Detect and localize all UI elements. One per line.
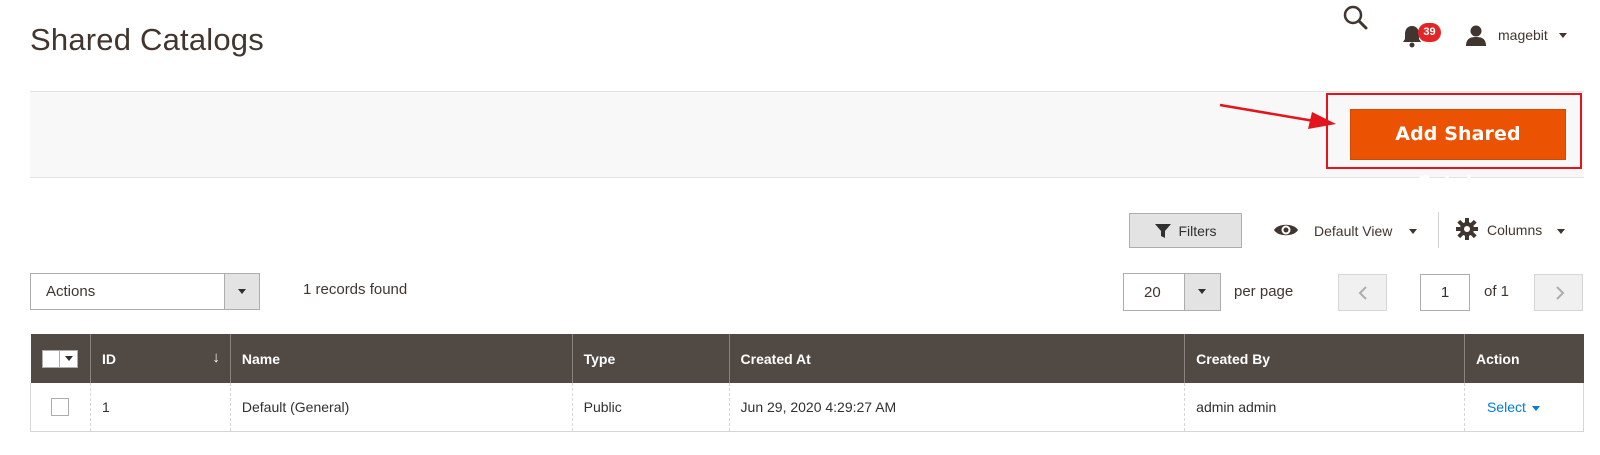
chevron-left-icon	[1358, 286, 1367, 300]
chevron-right-icon	[1556, 286, 1565, 300]
mass-actions-label: Actions	[46, 283, 96, 300]
mass-select-header[interactable]	[30, 334, 91, 383]
cell-name: Default (General)	[229, 383, 573, 432]
columns-dropdown[interactable]: Columns	[1487, 222, 1542, 238]
per-page-label: per page	[1234, 283, 1294, 300]
mass-actions-toggle[interactable]	[224, 274, 259, 309]
annotation-arrow	[1219, 103, 1336, 129]
column-header-type[interactable]: Type	[571, 334, 730, 383]
search-icon[interactable]	[1342, 4, 1368, 30]
next-page-button[interactable]	[1534, 274, 1583, 311]
add-shared-catalog-button[interactable]: Add Shared Catalog	[1350, 109, 1566, 194]
row-checkbox[interactable]	[51, 397, 70, 416]
user-name[interactable]: magebit	[1498, 27, 1548, 43]
mass-actions-select[interactable]: Actions	[30, 273, 260, 310]
per-page-toggle[interactable]	[1184, 274, 1220, 310]
filter-icon	[1155, 223, 1172, 238]
page-title: Shared Catalogs	[30, 22, 264, 57]
table-row[interactable]: 1 Default (General) Public Jun 29, 2020 …	[30, 383, 1585, 432]
cell-action[interactable]: Select	[1463, 383, 1585, 432]
column-header-action: Action	[1463, 334, 1584, 383]
chevron-down-icon[interactable]	[1557, 229, 1565, 234]
cell-created-at: Jun 29, 2020 4:29:27 AM	[728, 383, 1185, 432]
per-page-select[interactable]: 20	[1123, 273, 1221, 311]
chevron-down-icon[interactable]	[1531, 405, 1540, 411]
page-total-label: of 1	[1484, 283, 1510, 300]
chevron-down-icon[interactable]	[1559, 33, 1567, 38]
chevron-down-icon	[1198, 289, 1206, 294]
per-page-value: 20	[1144, 284, 1161, 301]
current-page-input[interactable]: 1	[1420, 274, 1470, 311]
sort-arrow-icon: ↓	[212, 349, 220, 366]
default-view-dropdown[interactable]: Default View	[1314, 223, 1392, 239]
mass-select-checkbox[interactable]	[41, 349, 78, 368]
row-select-cell[interactable]	[30, 383, 91, 432]
eye-icon[interactable]	[1273, 220, 1299, 240]
table-header-row: ID ↓ Name Type Created At Created By Act…	[30, 334, 1584, 383]
user-avatar-icon[interactable]	[1465, 24, 1487, 46]
shared-catalogs-grid: ID ↓ Name Type Created At Created By Act…	[30, 334, 1585, 432]
toolbar-divider	[1438, 212, 1439, 248]
records-found: 1 records found	[303, 281, 408, 298]
cell-created-by: admin admin	[1184, 383, 1465, 432]
chevron-down-icon[interactable]	[1409, 229, 1417, 234]
column-header-created-at[interactable]: Created At	[728, 334, 1185, 383]
column-header-created-by[interactable]: Created By	[1184, 334, 1465, 383]
column-header-name[interactable]: Name	[229, 334, 573, 383]
gear-icon[interactable]	[1456, 218, 1478, 240]
row-select-action-link[interactable]: Select	[1487, 399, 1526, 415]
column-header-id[interactable]: ID ↓	[89, 334, 231, 383]
filters-label: Filters	[1178, 222, 1217, 239]
cell-type: Public	[571, 383, 730, 432]
chevron-down-icon	[238, 289, 246, 294]
cell-id: 1	[89, 383, 231, 432]
column-header-label: ID	[101, 350, 116, 367]
filters-button[interactable]: Filters	[1129, 213, 1242, 248]
notifications-badge[interactable]: 39	[1418, 23, 1441, 42]
previous-page-button[interactable]	[1338, 274, 1387, 311]
chevron-down-icon	[64, 355, 73, 361]
